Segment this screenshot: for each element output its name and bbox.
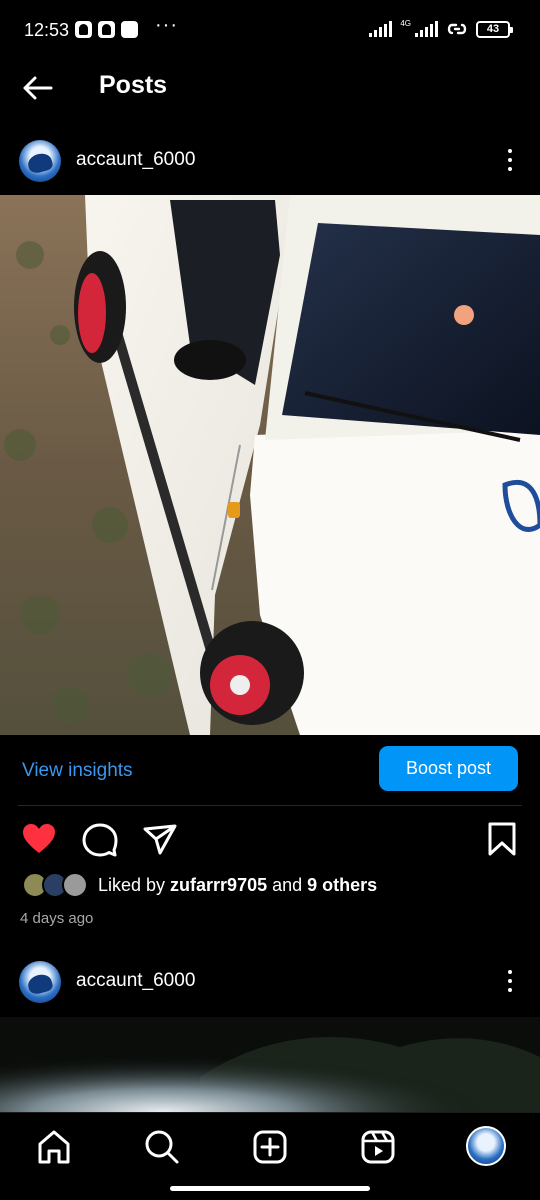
notification-app-icon [98,21,115,38]
liked-by-username[interactable]: zufarrr9705 [170,875,267,895]
comment-icon[interactable] [80,819,120,859]
battery-level: 43 [486,23,500,35]
arrow-left-icon[interactable] [18,68,58,108]
search-icon[interactable] [142,1127,182,1167]
liked-by-prefix: Liked by [98,875,171,895]
signal-icon [369,21,393,37]
kebab-menu-icon[interactable] [498,967,522,995]
notification-square-icon [121,21,138,38]
liked-by-and: and [267,875,308,895]
create-icon[interactable] [250,1127,290,1167]
view-insights-link[interactable]: View insights [22,760,133,782]
home-indicator[interactable] [170,1186,370,1191]
notification-icons [75,21,138,38]
kebab-menu-icon[interactable] [498,146,522,174]
post-header-2: accaunt_6000 [0,951,540,1011]
post-username[interactable]: accaunt_6000 [76,149,195,171]
post-header: accaunt_6000 [0,130,540,190]
network-type: 4G [400,19,411,28]
post-timestamp: 4 days ago [20,910,94,927]
post-actions [0,815,540,863]
status-time: 12:53 [24,20,70,40]
more-notifications-icon: ··· [155,14,178,36]
profile-avatar[interactable] [466,1126,506,1166]
reels-icon[interactable] [358,1127,398,1167]
status-right: 4G 43 [369,19,513,38]
avatar[interactable] [19,140,61,182]
home-icon[interactable] [34,1127,74,1167]
likes-row[interactable]: Liked by zufarrr9705 and 9 others [0,868,540,902]
liker-avatars [22,872,88,898]
share-icon[interactable] [140,819,180,859]
page-title: Posts [99,71,168,99]
signal-icon-2 [415,21,438,37]
battery-icon: 43 [476,20,513,38]
post-image-2[interactable] [0,1017,540,1112]
post-username[interactable]: accaunt_6000 [76,970,195,992]
notification-app-icon [75,21,92,38]
post-image[interactable] [0,195,540,735]
bookmark-icon[interactable] [482,819,522,859]
night-photo [0,1017,540,1112]
avatar[interactable] [19,961,61,1003]
divider [18,805,522,806]
liked-by-others[interactable]: 9 others [307,875,377,895]
status-bar: 12:53 ··· 4G 43 [0,0,540,60]
car-photo [0,195,540,735]
liker-avatar [62,872,88,898]
heart-icon[interactable] [19,819,59,859]
boost-post-button[interactable]: Boost post [379,746,518,791]
link-icon [447,23,467,35]
top-app-bar: Posts [0,60,540,116]
insights-row: View insights Boost post [0,735,540,805]
liked-by-text[interactable]: Liked by zufarrr9705 and 9 others [98,875,377,896]
